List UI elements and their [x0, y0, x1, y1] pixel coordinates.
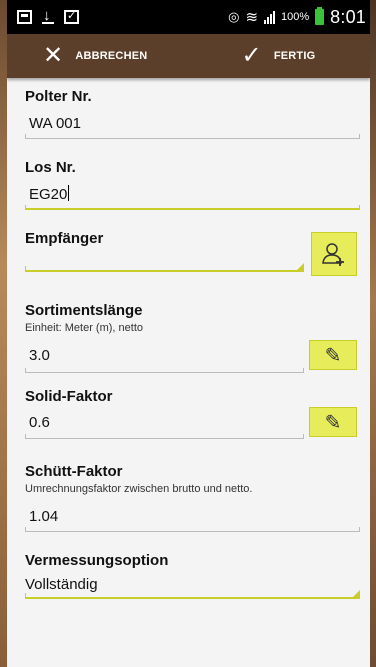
close-icon: ✕ — [43, 42, 64, 69]
cancel-button-label: ABBRECHEN — [75, 50, 148, 62]
los-value: EG20 — [29, 186, 68, 203]
pencil-icon: ✎ — [324, 344, 342, 367]
schuett-input[interactable]: 1.04 — [25, 508, 360, 525]
vermessung-selected: Vollständig — [25, 576, 98, 593]
los-underline — [25, 205, 360, 210]
signal-icon — [264, 10, 276, 24]
empfaenger-field: Empfänger — [25, 230, 360, 282]
device-frame-right — [370, 0, 376, 667]
status-bar: ◎ ≋ 100% 8:01 — [7, 0, 370, 34]
polter-field: Polter Nr. WA 001 — [25, 88, 360, 139]
text-cursor — [68, 185, 70, 201]
sortimentslaenge-underline — [25, 368, 304, 373]
solid-underline — [25, 434, 304, 439]
device-frame-left — [0, 0, 7, 667]
eye-icon: ◎ — [228, 9, 240, 24]
los-field: Los Nr. EG20 — [25, 159, 360, 210]
sortimentslaenge-unit: Einheit: Meter (m), netto — [25, 322, 143, 334]
empfaenger-dropdown[interactable] — [25, 263, 304, 272]
checkmark-icon: ✓ — [241, 42, 262, 69]
edit-length-button[interactable]: ✎ — [309, 340, 357, 370]
los-label: Los Nr. — [25, 159, 76, 176]
pencil-icon: ✎ — [324, 411, 342, 434]
dropdown-arrow-icon — [295, 263, 304, 272]
cancel-button[interactable]: ✕ ABBRECHEN — [7, 34, 172, 78]
add-person-icon — [322, 243, 344, 266]
add-recipient-button[interactable] — [311, 232, 357, 276]
vermessung-dropdown-line — [25, 593, 360, 599]
solid-field: Solid-Faktor 0.6 ✎ — [25, 388, 360, 439]
solid-label: Solid-Faktor — [25, 388, 113, 405]
edit-solid-button[interactable]: ✎ — [309, 407, 357, 437]
wifi-icon: ≋ — [245, 9, 259, 26]
sortimentslaenge-label: Sortimentslänge — [25, 302, 143, 319]
schuett-underline — [25, 527, 360, 532]
schuett-field: Schütt-Faktor Umrechnungsfaktor zwischen… — [25, 463, 360, 532]
polter-label: Polter Nr. — [25, 88, 92, 105]
vermessung-label: Vermessungsoption — [25, 552, 169, 569]
schuett-label: Schütt-Faktor — [25, 463, 123, 480]
solid-input[interactable]: 0.6 — [25, 414, 300, 431]
vermessung-dropdown[interactable]: Vollständig — [25, 576, 360, 599]
screen: ◎ ≋ 100% 8:01 ✕ ABBRECHEN ✓ FERTIG Polte… — [7, 0, 370, 667]
sortimentslaenge-field: Sortimentslänge Einheit: Meter (m), nett… — [25, 302, 360, 373]
action-bar: ✕ ABBRECHEN ✓ FERTIG — [7, 34, 370, 78]
empfaenger-label: Empfänger — [25, 230, 104, 247]
polter-input[interactable]: WA 001 — [25, 115, 360, 132]
sortimentslaenge-input[interactable]: 3.0 — [25, 347, 300, 364]
done-button[interactable]: ✓ FERTIG — [172, 34, 371, 78]
gallery-icon — [17, 10, 32, 24]
form: Polter Nr. WA 001 Los Nr. EG20 Empfänger — [7, 88, 370, 599]
download-icon — [41, 7, 55, 24]
vermessung-field: Vermessungsoption Vollständig — [25, 552, 360, 599]
polter-underline — [25, 134, 360, 139]
schuett-description: Umrechnungsfaktor zwischen brutto und ne… — [25, 483, 253, 495]
battery-percent: 100% — [281, 11, 310, 23]
dropdown-arrow-icon — [351, 590, 360, 599]
battery-icon — [315, 7, 325, 25]
done-button-label: FERTIG — [273, 50, 316, 62]
clock: 8:01 — [330, 6, 366, 27]
empfaenger-dropdown-line — [25, 266, 304, 272]
check-icon — [64, 9, 79, 24]
los-input[interactable]: EG20 — [25, 185, 360, 203]
